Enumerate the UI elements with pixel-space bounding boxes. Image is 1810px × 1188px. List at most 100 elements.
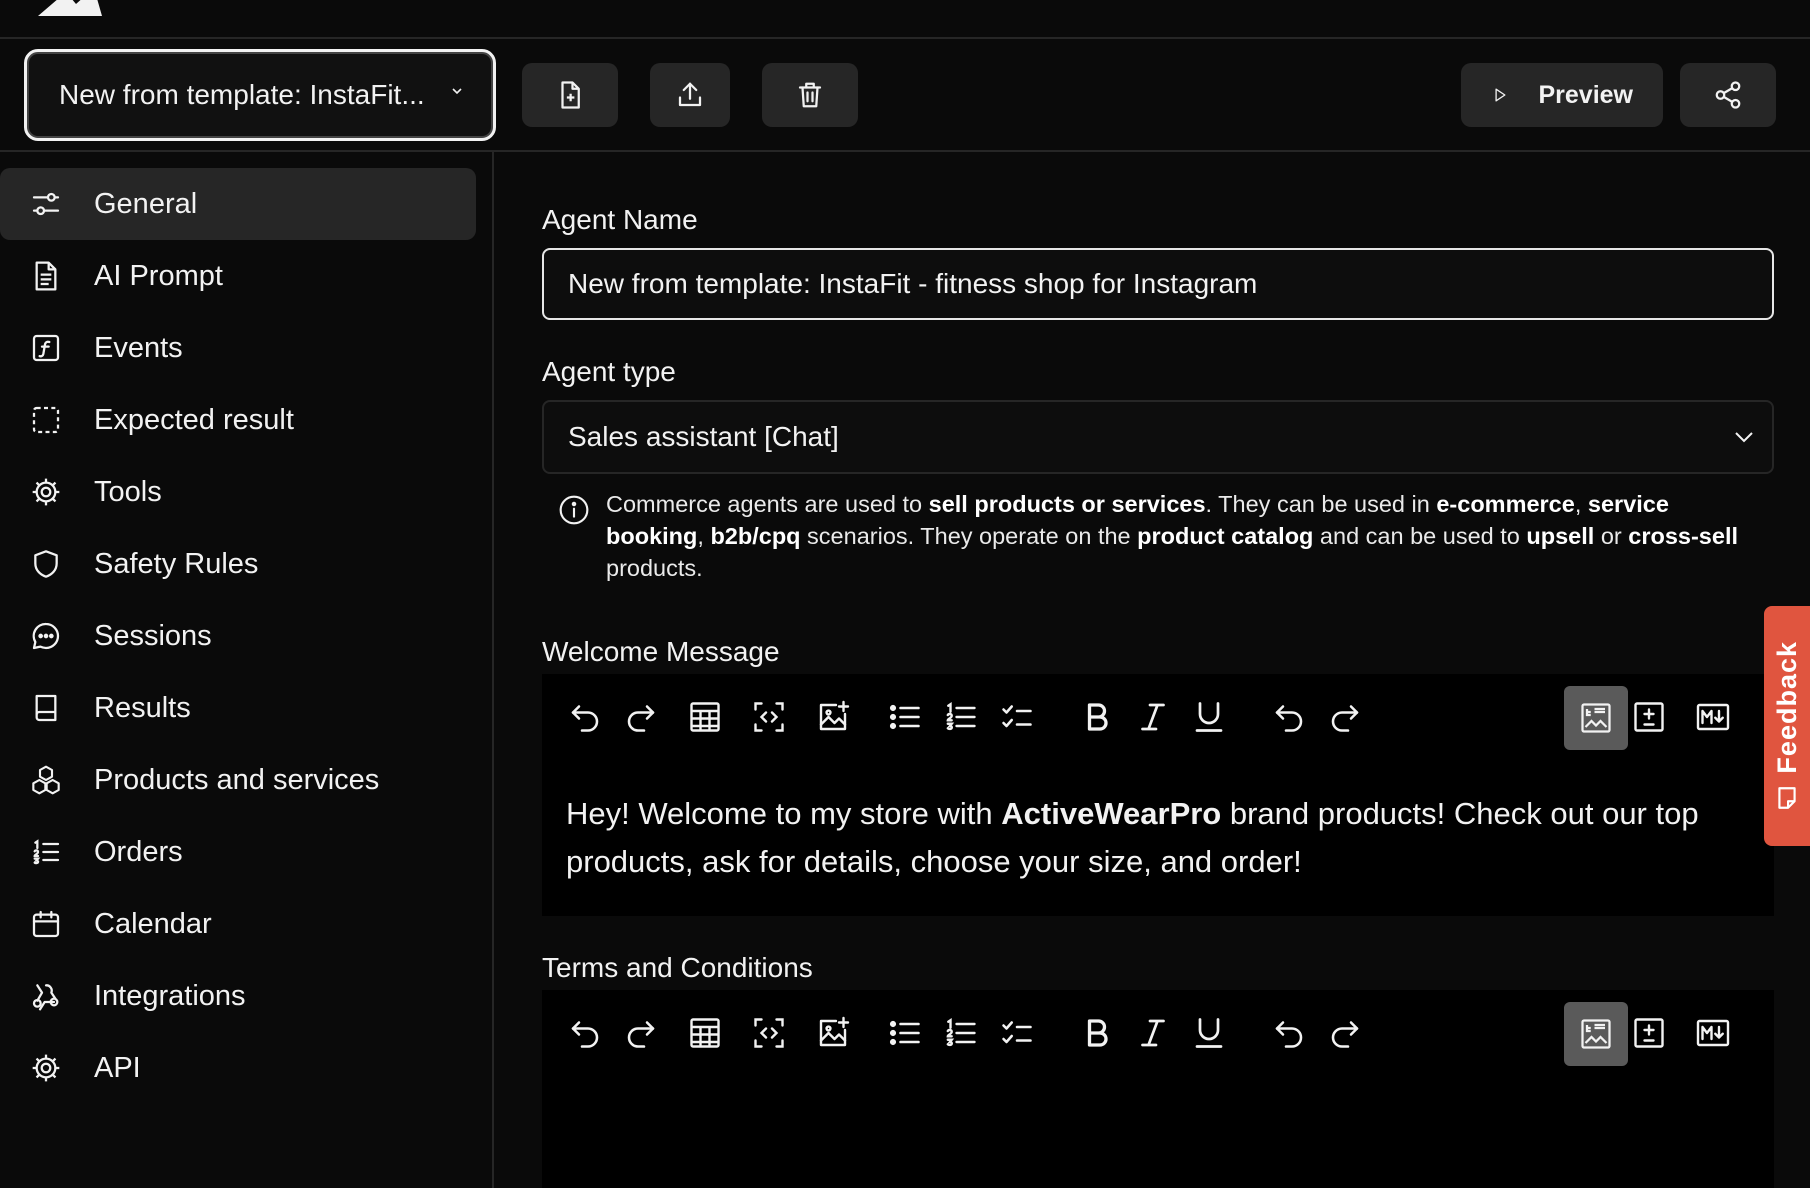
rich-text-icon	[1581, 703, 1611, 733]
sidebar-item-label: AI Prompt	[94, 259, 223, 292]
sidebar-item-integrations[interactable]: Integrations	[0, 960, 476, 1032]
markdown-icon	[1696, 703, 1730, 731]
insert-table-button[interactable]	[684, 696, 726, 738]
share-icon	[1715, 81, 1741, 109]
info-icon	[559, 495, 589, 525]
sidebar-item-results[interactable]: Results	[0, 672, 476, 744]
info-text: Commerce agents are used to sell product…	[606, 491, 1738, 581]
bold-button[interactable]	[1076, 1012, 1118, 1054]
sidebar-item-ai-prompt[interactable]: AI Prompt	[0, 240, 476, 312]
welcome-message-text[interactable]: Hey! Welcome to my store with ActiveWear…	[566, 790, 1756, 886]
insert-image-button[interactable]	[812, 1012, 854, 1054]
export-button[interactable]	[650, 63, 730, 127]
redo-button[interactable]	[1324, 696, 1366, 738]
redo-icon	[1331, 705, 1359, 732]
numbered-list-button[interactable]	[940, 1012, 982, 1054]
feedback-icon	[1778, 787, 1796, 810]
numbered-list-button[interactable]	[940, 696, 982, 738]
sidebar-item-label: Expected result	[94, 403, 294, 436]
sidebar-item-products-and-services[interactable]: Products and services	[0, 744, 476, 816]
italic-button[interactable]	[1132, 1012, 1174, 1054]
checklist-button[interactable]	[996, 1012, 1038, 1054]
agent-selector-label: New from template: InstaFit...	[59, 79, 425, 110]
shield-icon	[34, 550, 58, 578]
sidebar-item-label: General	[94, 187, 198, 220]
sidebar-item-safety-rules[interactable]: Safety Rules	[0, 528, 476, 600]
sidebar-item-label: Sessions	[94, 619, 212, 652]
undo-button[interactable]	[1268, 1012, 1310, 1054]
main-content: Agent Name Agent type Sales assistant [C…	[496, 152, 1810, 1188]
undo-icon	[1275, 705, 1303, 732]
numbered-list-icon	[33, 839, 60, 865]
agent-selector[interactable]: New from template: InstaFit...	[24, 49, 496, 141]
numbered-list-icon	[946, 1018, 976, 1047]
sidebar-item-sessions[interactable]: Sessions	[0, 600, 476, 672]
markdown-mode-button[interactable]	[1692, 1012, 1734, 1054]
bullet-list-button[interactable]	[884, 1012, 926, 1054]
bullet-list-button[interactable]	[884, 696, 926, 738]
redo-icon	[1331, 1021, 1359, 1048]
feedback-tab[interactable]: Feedback	[1764, 606, 1810, 846]
document-icon	[35, 261, 57, 291]
play-icon	[1495, 88, 1506, 102]
welcome-message-editor[interactable]: Hey! Welcome to my store with ActiveWear…	[542, 674, 1774, 916]
checklist-button[interactable]	[996, 696, 1038, 738]
sidebar-item-general[interactable]: General	[0, 168, 476, 240]
diff-icon	[1634, 702, 1664, 732]
insert-table-button[interactable]	[684, 1012, 726, 1054]
sidebar-item-orders[interactable]: Orders	[0, 816, 476, 888]
underline-icon	[1195, 702, 1223, 732]
rich-text-mode-button[interactable]	[1564, 1002, 1628, 1066]
code-block-button[interactable]	[748, 1012, 790, 1054]
sidebar-item-label: Results	[94, 691, 191, 724]
top-toolbar: New from template: InstaFit... Preview	[0, 39, 1810, 152]
sidebar-item-expected-result[interactable]: Expected result	[0, 384, 476, 456]
italic-icon	[1141, 1019, 1165, 1047]
sidebar-item-tools[interactable]: Tools	[0, 456, 476, 528]
sidebar-item-events[interactable]: Events	[0, 312, 476, 384]
chat-bubble-icon	[32, 622, 60, 650]
italic-button[interactable]	[1132, 696, 1174, 738]
undo-button[interactable]	[564, 1012, 606, 1054]
underline-button[interactable]	[1188, 696, 1230, 738]
app-root: New from template: InstaFit... Preview G…	[0, 0, 1810, 1188]
checklist-icon	[1002, 1021, 1032, 1044]
function-icon	[32, 334, 60, 362]
insert-image-button[interactable]	[812, 696, 854, 738]
undo-button[interactable]	[1268, 696, 1310, 738]
preview-button[interactable]: Preview	[1461, 63, 1663, 127]
redo-button[interactable]	[1324, 1012, 1366, 1054]
delete-button[interactable]	[762, 63, 858, 127]
bold-icon	[1087, 703, 1108, 731]
book-icon	[35, 694, 57, 722]
new-document-button[interactable]	[522, 63, 618, 127]
diff-mode-button[interactable]	[1628, 696, 1670, 738]
code-block-button[interactable]	[748, 696, 790, 738]
agent-type-select[interactable]: Sales assistant [Chat]	[542, 400, 1774, 474]
undo-button[interactable]	[564, 696, 606, 738]
sidebar-item-label: Integrations	[94, 979, 246, 1012]
sidebar-item-label: Orders	[94, 835, 183, 868]
agent-name-input[interactable]	[542, 248, 1774, 320]
sidebar-item-calendar[interactable]: Calendar	[0, 888, 476, 960]
chevron-down-icon	[452, 88, 462, 95]
share-button[interactable]	[1680, 63, 1776, 127]
rich-text-mode-button[interactable]	[1564, 686, 1628, 750]
redo-icon	[627, 705, 655, 732]
sidebar-item-label: Calendar	[94, 907, 212, 940]
underline-button[interactable]	[1188, 1012, 1230, 1054]
diff-mode-button[interactable]	[1628, 1012, 1670, 1054]
table-icon	[690, 1018, 720, 1048]
checklist-icon	[1002, 705, 1032, 728]
markdown-mode-button[interactable]	[1692, 696, 1734, 738]
sidebar-item-label: API	[94, 1051, 141, 1084]
sidebar: General AI Prompt Events Expected result…	[0, 152, 494, 1188]
sidebar-item-api[interactable]: API	[0, 1032, 476, 1104]
redo-button[interactable]	[620, 696, 662, 738]
redo-button[interactable]	[620, 1012, 662, 1054]
chevron-down-icon	[1735, 432, 1753, 443]
feedback-label: Feedback	[1771, 640, 1802, 774]
terms-editor[interactable]	[542, 990, 1774, 1188]
table-icon	[690, 702, 720, 732]
bold-button[interactable]	[1076, 696, 1118, 738]
